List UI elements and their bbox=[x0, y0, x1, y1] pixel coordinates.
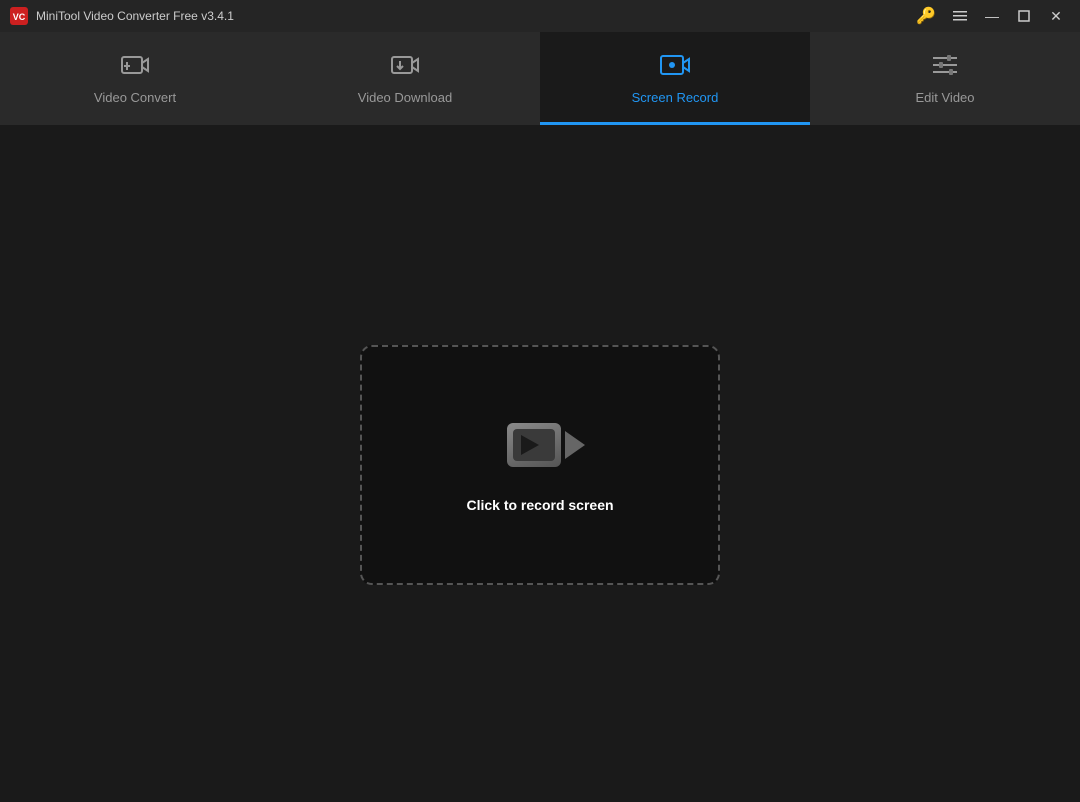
titlebar: VC MiniTool Video Converter Free v3.4.1 … bbox=[0, 0, 1080, 32]
close-icon: ✕ bbox=[1050, 8, 1062, 25]
tab-label-edit-video: Edit Video bbox=[915, 90, 974, 105]
svg-text:VC: VC bbox=[13, 12, 26, 22]
screen-record-icon bbox=[659, 50, 691, 82]
tab-video-download[interactable]: Video Download bbox=[270, 32, 540, 125]
app-title: MiniTool Video Converter Free v3.4.1 bbox=[36, 9, 916, 23]
nav-tabs: Video Convert Video Download Screen Reco… bbox=[0, 32, 1080, 127]
record-icon-composite bbox=[495, 417, 585, 481]
menu-icon bbox=[953, 9, 967, 23]
window-controls: 🔑 — ✕ bbox=[916, 5, 1070, 27]
play-triangle-icon bbox=[521, 435, 539, 455]
video-download-icon bbox=[389, 50, 421, 82]
restore-button[interactable] bbox=[1010, 5, 1038, 27]
minimize-button[interactable]: — bbox=[978, 5, 1006, 27]
record-cta-label: Click to record screen bbox=[466, 497, 613, 513]
key-icon[interactable]: 🔑 bbox=[916, 6, 936, 26]
tab-label-video-convert: Video Convert bbox=[94, 90, 176, 105]
tab-screen-record[interactable]: Screen Record bbox=[540, 32, 810, 125]
tab-label-video-download: Video Download bbox=[358, 90, 452, 105]
camera-side-shape bbox=[565, 431, 585, 459]
tab-label-screen-record: Screen Record bbox=[632, 90, 719, 105]
main-content: Click to record screen bbox=[0, 127, 1080, 802]
video-convert-icon bbox=[119, 50, 151, 82]
app-logo: VC bbox=[10, 7, 28, 25]
minimize-icon: — bbox=[985, 8, 999, 24]
tab-video-convert[interactable]: Video Convert bbox=[0, 32, 270, 125]
tab-edit-video[interactable]: Edit Video bbox=[810, 32, 1080, 125]
close-button[interactable]: ✕ bbox=[1042, 5, 1070, 27]
record-screen-area[interactable]: Click to record screen bbox=[360, 345, 720, 585]
restore-icon bbox=[1018, 10, 1030, 22]
edit-video-icon bbox=[929, 50, 961, 82]
menu-button[interactable] bbox=[946, 5, 974, 27]
